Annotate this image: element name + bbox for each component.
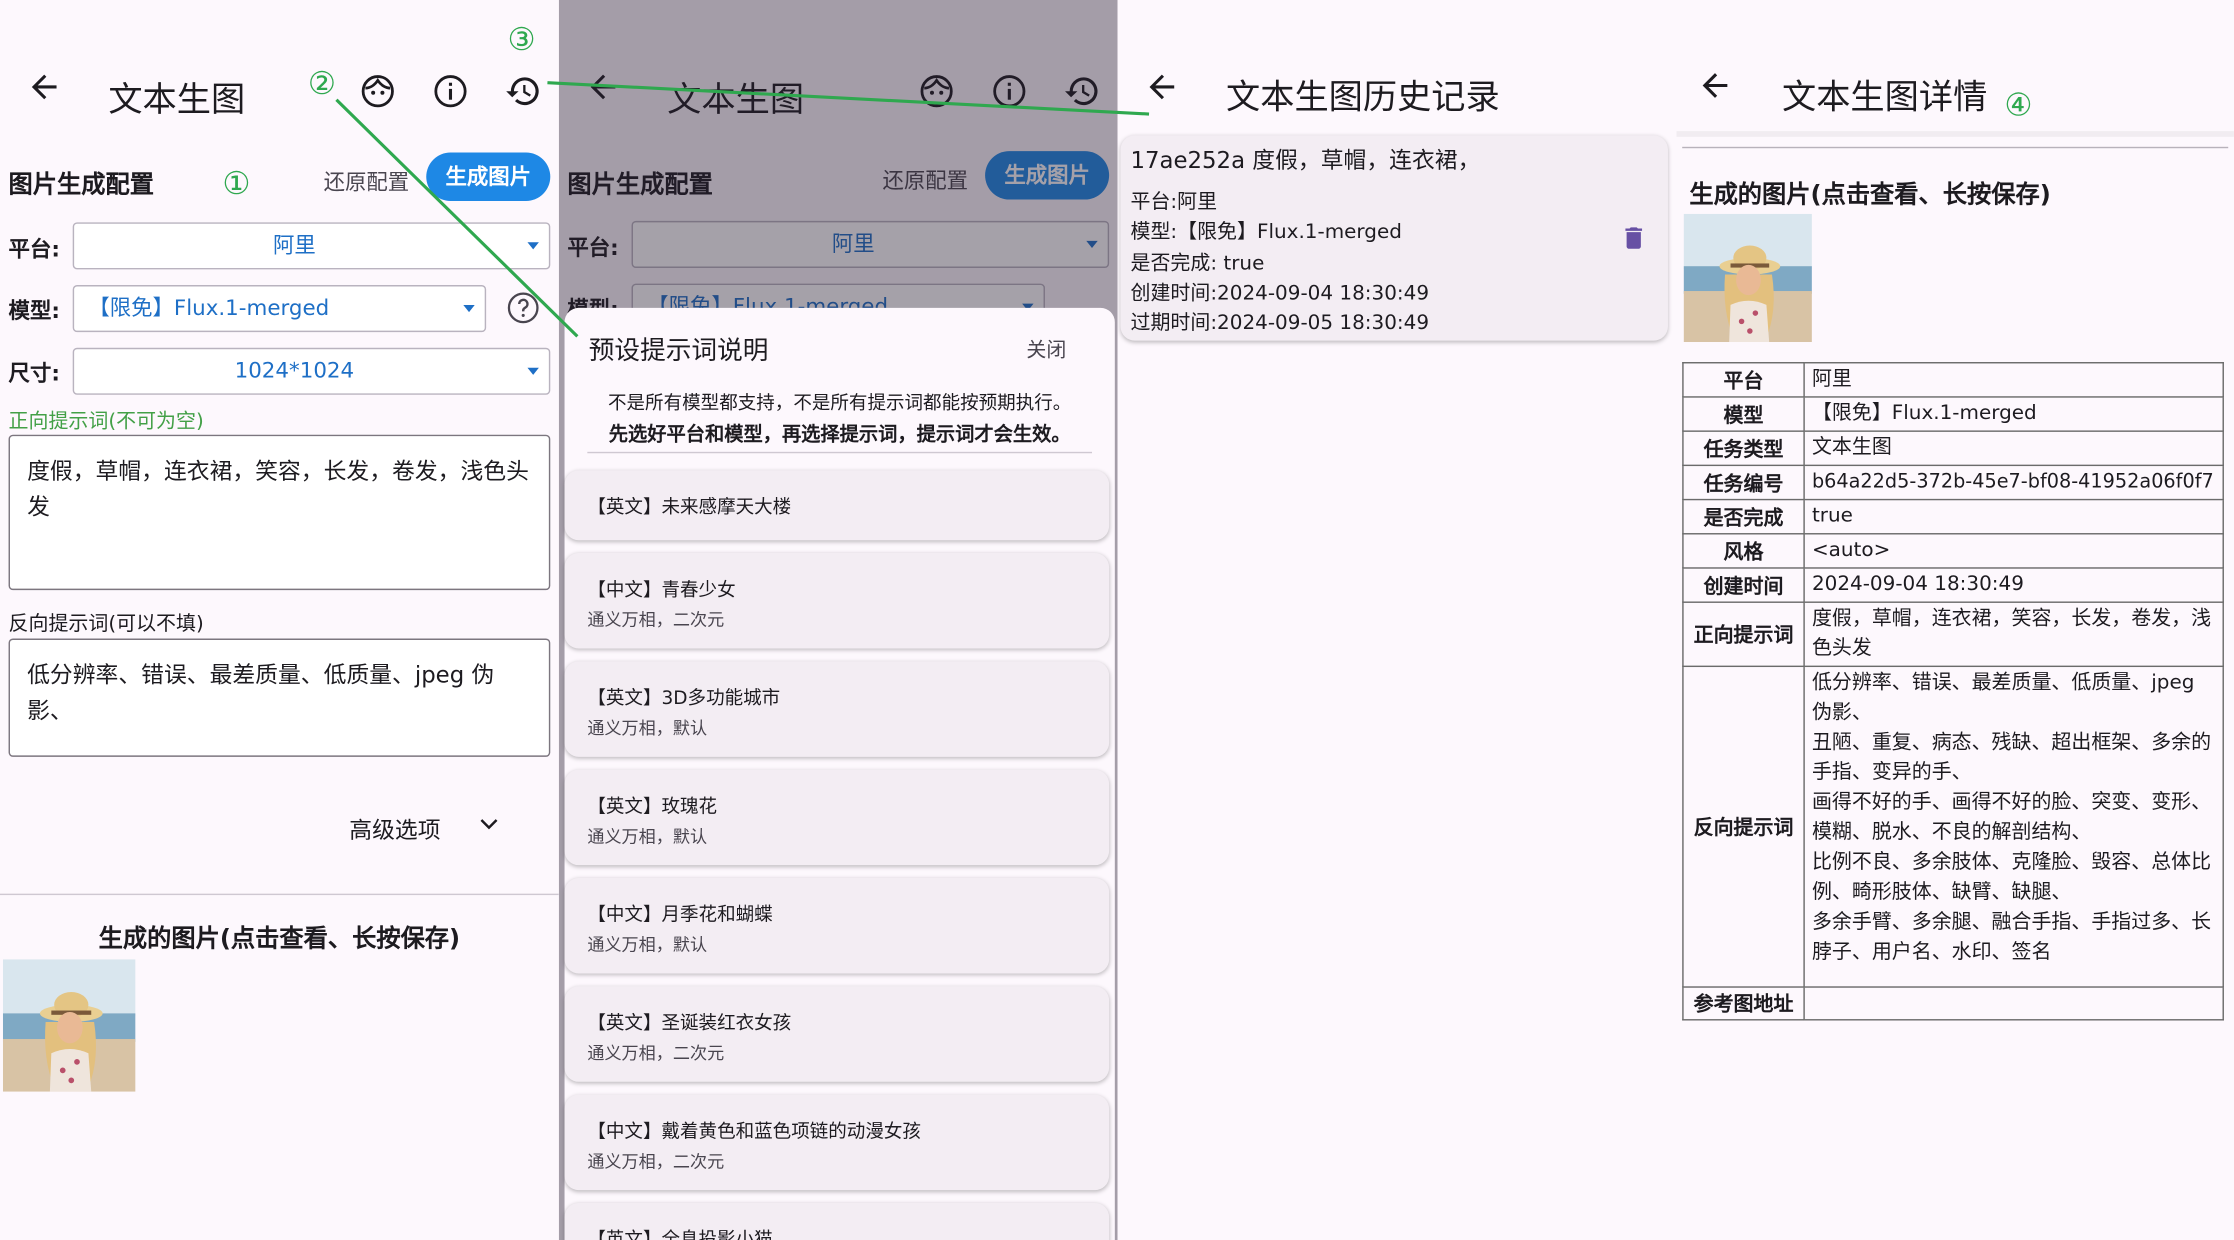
annotation-line-3 <box>547 81 1150 116</box>
annotation-arrows <box>335 81 1150 338</box>
composite-screenshots: 文本生图 ② ③ 图片生成配置 ① 还原配置 生成图片 平台: 阿里 模型: 【… <box>0 0 2234 1240</box>
annotation-line-2 <box>335 98 579 338</box>
